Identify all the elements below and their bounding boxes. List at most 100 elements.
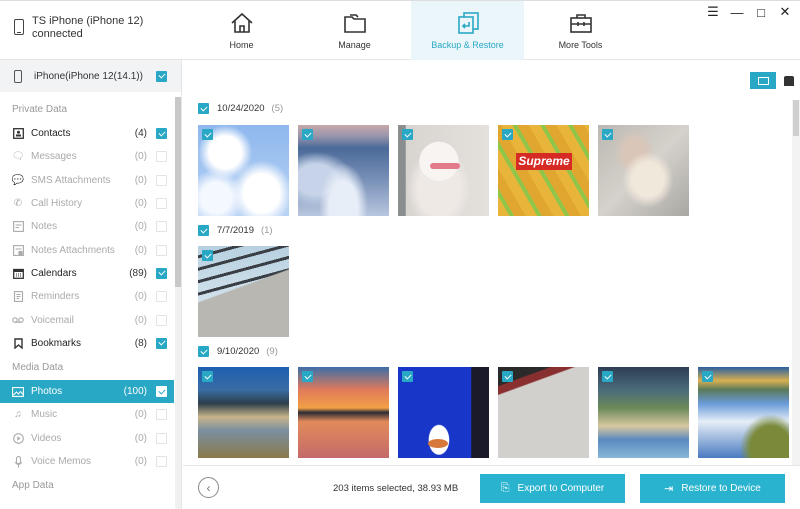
sidebar-item-voice-memos[interactable]: Voice Memos (0) <box>0 450 174 473</box>
export-to-computer-button[interactable]: ⎘ Export to Computer <box>480 474 625 503</box>
sidebar-item-calendars[interactable]: Calendars (89) <box>0 262 174 285</box>
sidebar-scrollbar[interactable] <box>175 97 181 509</box>
sidebar-item-label: Music <box>31 409 58 421</box>
notes-checkbox[interactable] <box>156 221 167 233</box>
photo-thumbnail-cable-desk[interactable] <box>498 367 589 458</box>
section-media-data: Media Data <box>12 361 64 373</box>
view-toggles <box>750 72 794 89</box>
photo-thumbnail-sky-clouds[interactable] <box>198 125 289 216</box>
photo-thumbnail-building-corner[interactable] <box>198 246 289 337</box>
sidebar-item-photos[interactable]: Photos (100) <box>0 379 174 404</box>
grid-view-button[interactable] <box>750 72 776 89</box>
photo-thumbnail-white-kitten[interactable] <box>398 125 489 216</box>
backup-restore-icon <box>457 12 479 34</box>
menu-icon[interactable]: ☰ <box>706 4 720 19</box>
close-icon[interactable]: ✕ <box>778 4 792 19</box>
tab-more-tools[interactable]: More Tools <box>524 1 637 60</box>
sidebar-item-videos[interactable]: Videos (0) <box>0 427 174 450</box>
restore-to-device-button[interactable]: ⇥ Restore to Device <box>640 474 785 503</box>
notes-attachments-checkbox[interactable] <box>156 244 167 256</box>
photo-thumbnail-cloud-sea[interactable] <box>298 125 389 216</box>
call-history-checkbox[interactable] <box>156 198 167 210</box>
messages-checkbox[interactable] <box>156 151 167 163</box>
photo-checkbox[interactable] <box>702 371 713 382</box>
photo-checkbox[interactable] <box>202 250 213 261</box>
group-count: (9) <box>266 346 278 357</box>
section-app-data: App Data <box>12 480 54 492</box>
photo-thumbnail-mountain-lake[interactable] <box>198 367 289 458</box>
sidebar-item-reminders[interactable]: Reminders (0) <box>0 285 174 308</box>
device-row-label: iPhone(iPhone 12(14.1)) <box>34 70 143 82</box>
photo-checkbox[interactable] <box>602 371 613 382</box>
photo-thumbnail-sunset-lake[interactable] <box>298 367 389 458</box>
music-checkbox[interactable] <box>156 409 167 421</box>
sidebar-item-label: SMS Attachments <box>31 174 111 186</box>
photo-checkbox[interactable] <box>202 129 213 140</box>
date-group-header[interactable]: 9/10/2020 (9) <box>198 346 278 357</box>
contacts-icon <box>12 128 24 140</box>
sidebar-item-count: (8) <box>134 337 147 349</box>
back-button[interactable]: ‹ <box>198 477 219 498</box>
call-history-icon: ✆ <box>13 198 23 210</box>
device-checkbox[interactable] <box>156 70 167 82</box>
export-label: Export to Computer <box>517 483 605 494</box>
sidebar-item-contacts[interactable]: Contacts (4) <box>0 122 174 145</box>
photos-checkbox[interactable] <box>156 386 167 398</box>
maximize-icon[interactable]: □ <box>754 5 768 20</box>
photo-icon <box>12 386 24 398</box>
sidebar-item-count: (0) <box>134 221 147 233</box>
photo-checkbox[interactable] <box>202 371 213 382</box>
sidebar-item-voicemail[interactable]: Voicemail (0) <box>0 308 174 331</box>
photo-checkbox[interactable] <box>502 129 513 140</box>
photo-checkbox[interactable] <box>402 371 413 382</box>
reminders-checkbox[interactable] <box>156 291 167 303</box>
sidebar-item-music[interactable]: ♫ Music (0) <box>0 403 174 426</box>
reminder-icon <box>12 291 24 303</box>
sidebar-item-count: (89) <box>129 267 147 279</box>
device-row[interactable]: iPhone(iPhone 12(14.1)) <box>0 60 181 92</box>
photo-thumbnail-blue-screen-duck[interactable] <box>398 367 489 458</box>
voicemail-checkbox[interactable] <box>156 314 167 326</box>
photo-thumbnail-reflection-lake[interactable] <box>598 367 689 458</box>
group-checkbox[interactable] <box>198 103 209 114</box>
photo-thumbnail-autumn-lake[interactable] <box>698 367 789 458</box>
group-checkbox[interactable] <box>198 225 209 236</box>
calendars-checkbox[interactable] <box>156 267 167 279</box>
group-checkbox[interactable] <box>198 346 209 357</box>
videos-checkbox[interactable] <box>156 432 167 444</box>
photo-thumbnail-crane-painting[interactable] <box>598 125 689 216</box>
sidebar-item-label: Voice Memos <box>31 456 92 467</box>
photo-checkbox[interactable] <box>402 129 413 140</box>
photo-checkbox[interactable] <box>602 129 613 140</box>
sidebar-item-notes[interactable]: Notes (0) <box>0 215 174 238</box>
sidebar-item-messages[interactable]: 🗨 Messages (0) <box>0 145 174 168</box>
sms-attachments-checkbox[interactable] <box>156 174 167 186</box>
date-group-header[interactable]: 10/24/2020 (5) <box>198 103 283 114</box>
date-group-header[interactable]: 7/7/2019 (1) <box>198 225 273 236</box>
minimize-icon[interactable]: — <box>730 5 744 20</box>
sidebar-item-call-history[interactable]: ✆ Call History (0) <box>0 192 174 215</box>
photo-scrollbar[interactable] <box>792 100 800 465</box>
message-icon: 🗨 <box>11 151 25 163</box>
sidebar-item-notes-attachments[interactable]: Notes Attachments (0) <box>0 238 174 261</box>
sidebar-item-label: Bookmarks <box>31 337 82 349</box>
sidebar-item-sms-attachments[interactable]: 💬 SMS Attachments (0) <box>0 169 174 192</box>
sidebar-item-label: Videos <box>31 432 62 444</box>
photo-thumbnail-supreme-pattern[interactable]: Supreme <box>498 125 589 216</box>
photo-grid <box>198 367 789 458</box>
tab-manage[interactable]: Manage <box>298 1 411 60</box>
tab-backup-restore[interactable]: Backup & Restore <box>411 1 524 60</box>
photo-checkbox[interactable] <box>502 371 513 382</box>
photo-checkbox[interactable] <box>302 371 313 382</box>
contacts-checkbox[interactable] <box>156 128 167 140</box>
photo-checkbox[interactable] <box>302 129 313 140</box>
photo-scrollbar-thumb[interactable] <box>793 100 799 136</box>
section-private-data: Private Data <box>12 104 68 115</box>
sidebar-scrollbar-thumb[interactable] <box>175 97 181 287</box>
tab-home[interactable]: Home <box>185 1 298 60</box>
bookmarks-checkbox[interactable] <box>156 337 167 349</box>
sidebar-item-label: Messages <box>31 151 77 163</box>
sidebar-item-bookmarks[interactable]: Bookmarks (8) <box>0 332 174 355</box>
voice-memos-checkbox[interactable] <box>156 456 167 467</box>
folder-view-button[interactable] <box>784 75 794 86</box>
